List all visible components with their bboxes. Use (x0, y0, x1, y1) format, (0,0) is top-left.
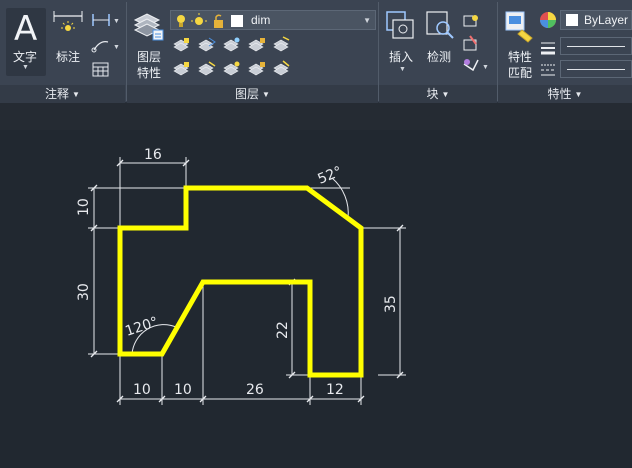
part-outline[interactable] (117, 185, 364, 378)
dim-bottom-3: 26 (246, 382, 264, 398)
dimension-labels: 16 10 30 35 22 10 10 26 12 52° 120° (76, 147, 399, 398)
dim-bottom-1: 10 (133, 382, 151, 398)
cad-drawing: 16 10 30 35 22 10 10 26 12 52° 120° (76, 147, 406, 405)
dim-left-height: 30 (76, 283, 92, 301)
dim-right-height: 35 (383, 295, 399, 313)
dim-angle-bottom: 120° (123, 314, 160, 340)
dim-angle-top: 52° (316, 164, 345, 188)
dim-top-width: 16 (144, 147, 162, 163)
dim-top-height: 10 (76, 198, 92, 216)
dim-bottom-2: 10 (174, 382, 192, 398)
dim-bottom-4: 12 (326, 382, 344, 398)
dim-inner-height: 22 (275, 321, 291, 339)
